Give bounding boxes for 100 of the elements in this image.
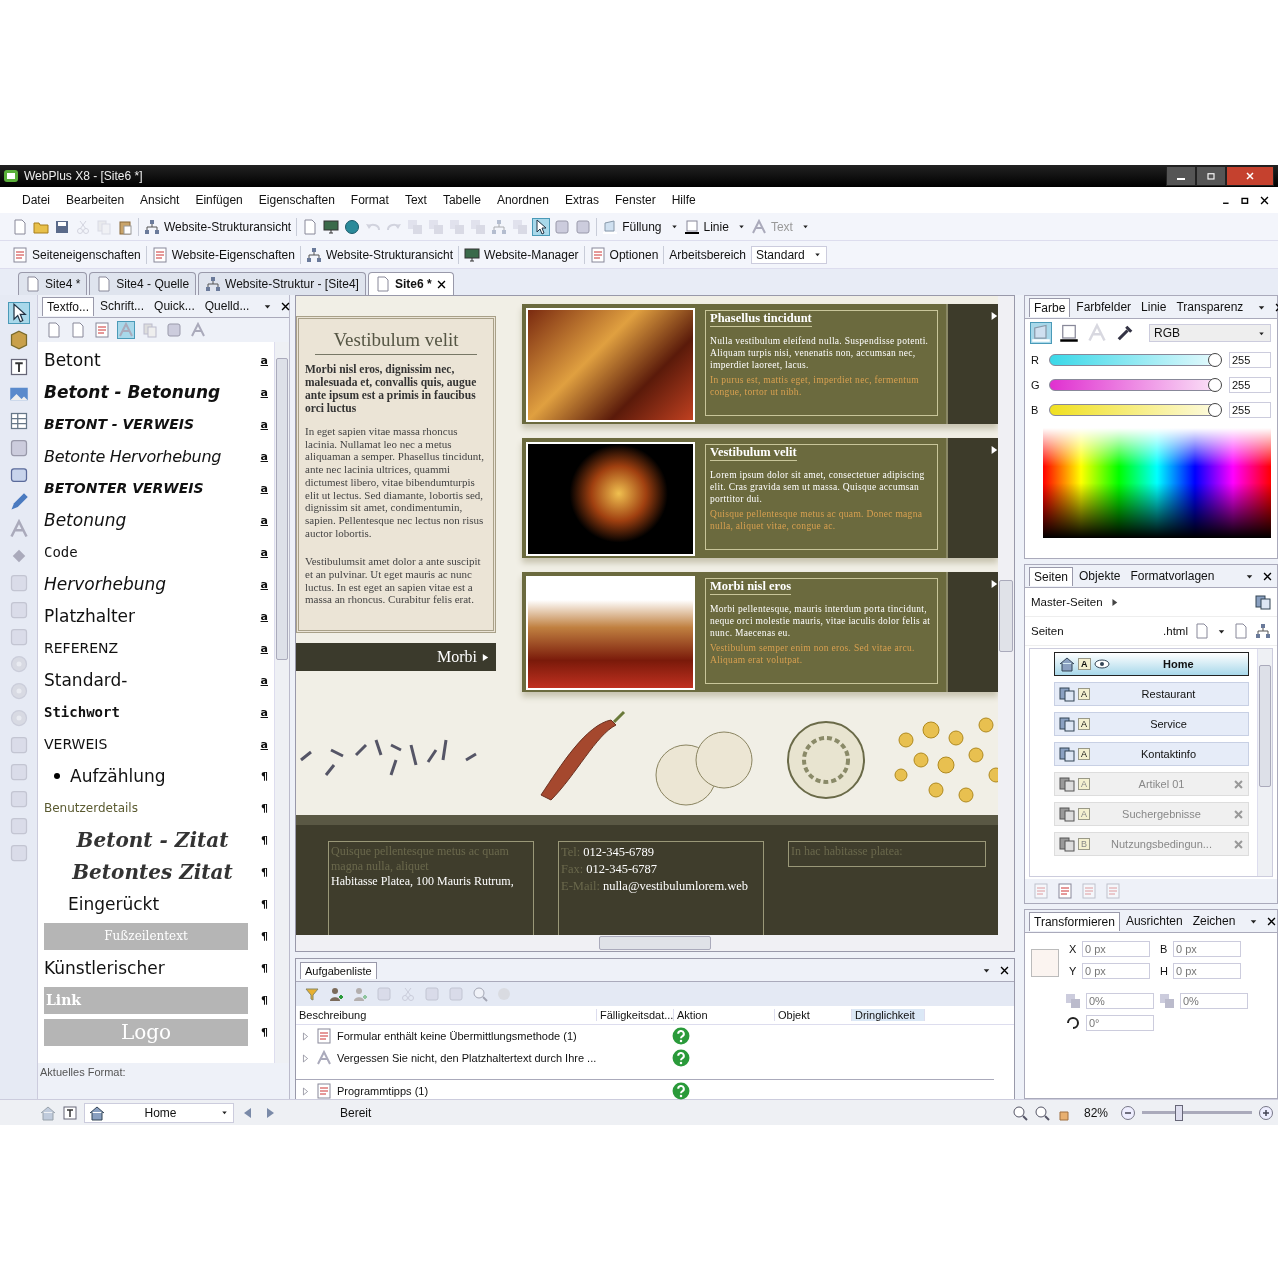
toolbar-button[interactable]: Seiteneigenschaften bbox=[12, 246, 141, 263]
user-icon[interactable] bbox=[352, 986, 368, 1002]
table-icon[interactable] bbox=[8, 411, 29, 431]
style-item[interactable]: Betont - Betonung a bbox=[44, 376, 268, 408]
menu-item[interactable]: Einfügen bbox=[187, 193, 251, 207]
help-icon[interactable] bbox=[672, 1027, 690, 1045]
channel-value-field[interactable]: 255 bbox=[1229, 351, 1271, 368]
panel-tab[interactable]: Ausrichten bbox=[1121, 912, 1187, 930]
style-item[interactable]: REFERENZ a bbox=[44, 632, 268, 664]
arrow-icon[interactable] bbox=[990, 444, 998, 456]
panel-tab[interactable]: Linie bbox=[1137, 298, 1171, 316]
eyedropper-icon[interactable] bbox=[1115, 323, 1135, 343]
more-button[interactable]: Morbi bbox=[296, 643, 496, 672]
column-header[interactable]: Aktion bbox=[674, 1009, 775, 1021]
panel-tab[interactable]: Farbe bbox=[1029, 297, 1071, 317]
style-item[interactable]: Benutzerdetails ¶ bbox=[44, 792, 268, 824]
panel-tab[interactable]: Formatvorlagen bbox=[1126, 567, 1219, 585]
panel-tab[interactable]: Schrift... bbox=[96, 297, 149, 315]
page-item[interactable]: A Home bbox=[1054, 652, 1249, 676]
panel-tab[interactable]: Zeichen bbox=[1188, 912, 1240, 930]
column-header[interactable]: Beschreibung bbox=[296, 1009, 597, 1021]
toolbar-button[interactable]: Website-Manager bbox=[464, 246, 579, 263]
input-field[interactable]: 0% bbox=[1086, 993, 1154, 1009]
shape-icon[interactable] bbox=[8, 465, 29, 485]
copy-icon[interactable] bbox=[142, 322, 158, 338]
column-header[interactable]: Dringlichkeit bbox=[852, 1009, 925, 1021]
toolbar-button[interactable]: Website-Eigenschaften bbox=[151, 246, 295, 263]
minimize-button[interactable] bbox=[1166, 166, 1196, 186]
html-button[interactable]: .html bbox=[1163, 625, 1188, 637]
page-item[interactable]: A Service bbox=[1054, 712, 1249, 736]
close-icon[interactable] bbox=[1262, 570, 1273, 582]
menu-item[interactable]: Eigenschaften bbox=[250, 193, 343, 207]
arrow-icon[interactable] bbox=[990, 310, 998, 322]
page-dropdown[interactable]: Home bbox=[84, 1102, 234, 1123]
close-icon[interactable] bbox=[435, 278, 447, 290]
zoom-in-icon[interactable] bbox=[1258, 1104, 1274, 1121]
input-field[interactable]: 0° bbox=[1086, 1015, 1154, 1031]
add-user-icon[interactable] bbox=[328, 986, 344, 1002]
help-icon[interactable] bbox=[672, 1049, 690, 1067]
panel-tab[interactable]: Seiten bbox=[1029, 566, 1074, 586]
cut-icon[interactable] bbox=[400, 986, 416, 1002]
style-item[interactable]: Künstlerischer ¶ bbox=[44, 952, 268, 984]
new-page-icon[interactable] bbox=[12, 218, 28, 235]
help-icon[interactable] bbox=[672, 1082, 690, 1100]
cube-icon[interactable] bbox=[8, 330, 29, 350]
document-tab[interactable]: Site6 * bbox=[367, 272, 454, 295]
structure-icon[interactable] bbox=[1255, 623, 1271, 639]
menu-item[interactable]: Datei bbox=[14, 193, 58, 207]
panel-tab[interactable]: Farbfelder bbox=[1072, 298, 1136, 316]
filter-icon[interactable] bbox=[304, 986, 320, 1002]
style-item[interactable]: Hervorhebung a bbox=[44, 568, 268, 600]
panel-tab[interactable]: Quick... bbox=[150, 297, 199, 315]
arrange-icon[interactable] bbox=[428, 218, 445, 235]
scrollbar[interactable] bbox=[1257, 649, 1272, 876]
style-item[interactable]: Platzhalter a bbox=[44, 600, 268, 632]
color-spectrum[interactable] bbox=[1043, 428, 1271, 538]
style-item[interactable]: Betont a bbox=[44, 344, 268, 376]
input-field[interactable]: 0 px bbox=[1082, 963, 1150, 979]
format-dropdown[interactable]: Füllung bbox=[602, 218, 679, 235]
paragraph-style-icon[interactable] bbox=[46, 322, 62, 338]
panel-tab[interactable]: Transparenz bbox=[1172, 298, 1248, 316]
style-item[interactable]: Stichwort a bbox=[44, 696, 268, 728]
page-item[interactable]: A Restaurant bbox=[1054, 682, 1249, 706]
page-order-icon[interactable] bbox=[1057, 883, 1073, 899]
style-item[interactable]: Betont - Zitat ¶ bbox=[44, 824, 268, 856]
color-slider[interactable] bbox=[1049, 403, 1221, 416]
channel-value-field[interactable]: 255 bbox=[1229, 401, 1271, 418]
preview-icon[interactable] bbox=[323, 218, 340, 235]
cut-icon[interactable] bbox=[75, 218, 91, 235]
style-item[interactable]: Eingerückt ¶ bbox=[44, 888, 268, 920]
panel-tab[interactable]: Aufgabenliste bbox=[300, 961, 377, 979]
line-icon[interactable] bbox=[1059, 323, 1079, 343]
menu-item[interactable]: Hilfe bbox=[663, 193, 704, 207]
style-item[interactable]: Standard- a bbox=[44, 664, 268, 696]
style-item[interactable]: BETONTER VERWEIS a bbox=[44, 472, 268, 504]
toolbar-button[interactable]: Website-Strukturansicht bbox=[305, 246, 454, 263]
paste-icon[interactable] bbox=[117, 218, 133, 235]
style-item[interactable]: Betontes Zitat ¶ bbox=[44, 856, 268, 888]
zoom-icon[interactable] bbox=[1011, 1104, 1028, 1121]
close-icon[interactable] bbox=[1266, 915, 1278, 927]
channel-value-field[interactable]: 255 bbox=[1229, 376, 1271, 393]
zoom-out-icon[interactable] bbox=[1120, 1104, 1136, 1121]
page-icon[interactable] bbox=[1233, 623, 1249, 639]
publish-icon[interactable] bbox=[344, 218, 361, 235]
column-header[interactable]: Fälligkeitsdat... bbox=[597, 1009, 674, 1021]
input-field[interactable]: 0% bbox=[1180, 993, 1248, 1009]
workspace-dropdown[interactable]: Standard bbox=[751, 245, 828, 264]
document-tab[interactable]: Site4 - Quelle bbox=[89, 272, 197, 295]
style-item[interactable]: Betonte Hervorhebung a bbox=[44, 440, 268, 472]
master-pages-label[interactable]: Master-Seiten bbox=[1031, 596, 1103, 608]
style-item[interactable]: VERWEIS a bbox=[44, 728, 268, 760]
panel-tab[interactable]: Textfo... bbox=[42, 296, 95, 316]
home-icon[interactable] bbox=[40, 1104, 56, 1121]
close-icon[interactable] bbox=[1259, 194, 1270, 206]
color-mode-dropdown[interactable]: RGB bbox=[1149, 324, 1271, 342]
panel-tab[interactable]: Transformieren bbox=[1029, 911, 1120, 931]
save-icon[interactable] bbox=[54, 218, 70, 235]
zoom-icon[interactable] bbox=[1033, 1104, 1050, 1121]
style-item[interactable]: Code a bbox=[44, 536, 268, 568]
scrollbar[interactable] bbox=[274, 342, 289, 1063]
